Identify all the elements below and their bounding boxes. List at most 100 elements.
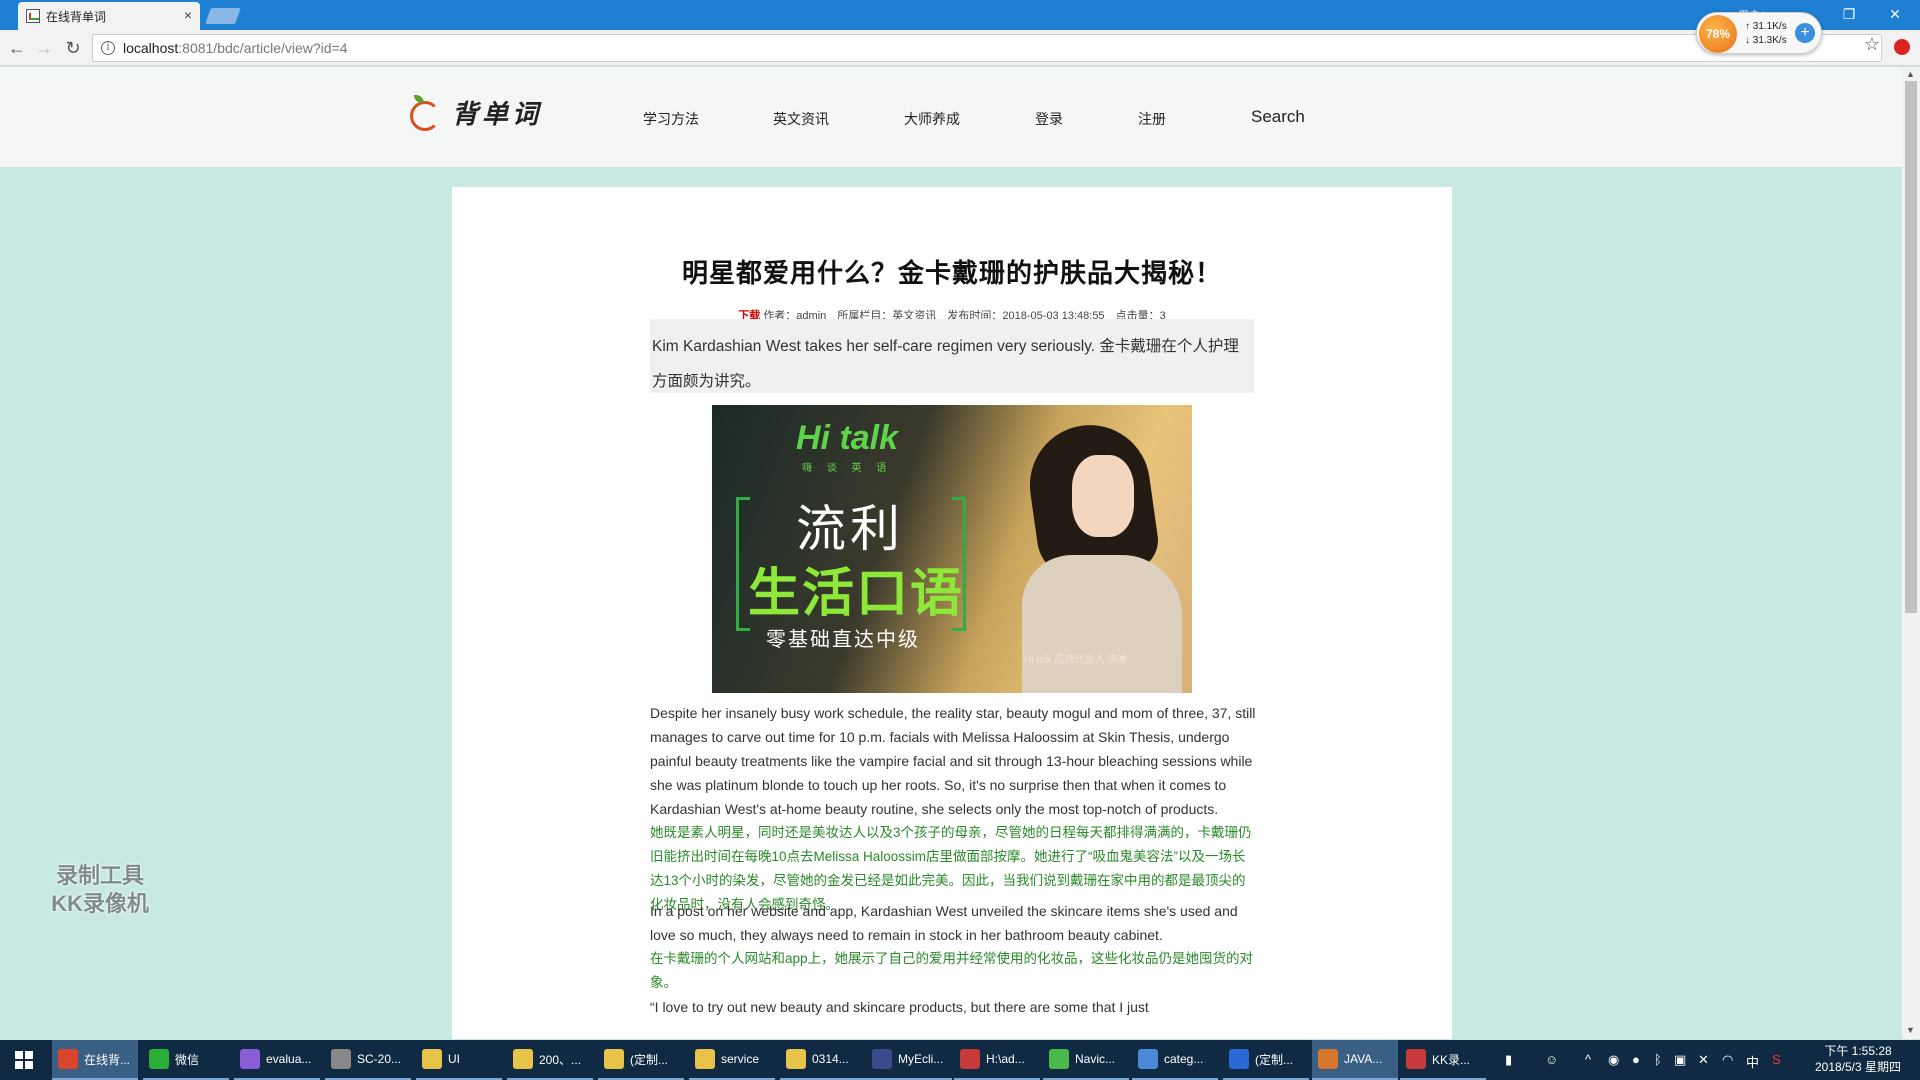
speed-boost-icon[interactable]: + — [1795, 23, 1815, 43]
nav-master-training[interactable]: 大师养成 — [904, 109, 960, 129]
taskbar-item[interactable]: 微信 — [143, 1040, 229, 1080]
article-paragraph-en: Despite her insanely busy work schedule,… — [650, 705, 1256, 817]
window-close-icon[interactable]: ✕ — [1880, 3, 1910, 25]
address-bar[interactable]: i localhost:8081/bdc/article/view?id=4 — [92, 34, 1882, 62]
app-icon — [422, 1049, 442, 1069]
system-tray: ▮ ☺ ^ ◉ ● ᛒ ▣ ✕ ◠ 中 S — [1500, 1040, 1800, 1080]
article-summary: Kim Kardashian West takes her self-care … — [650, 319, 1254, 393]
restore-icon[interactable]: ❐ — [1834, 3, 1864, 25]
taskbar-item-label: KK录... — [1432, 1052, 1471, 1067]
taskbar-item[interactable]: 在线背... — [52, 1040, 138, 1080]
ad-caption: Hi talk 品牌代言人 汤唯 — [1024, 655, 1128, 666]
article-title: 明星都爱用什么？金卡戴珊的护肤品大揭秘！ — [681, 258, 1222, 288]
taskbar-item-label: UI — [448, 1052, 460, 1066]
taskbar-item[interactable]: 0314... — [780, 1040, 866, 1080]
taskbar-item-label: SC-20... — [357, 1052, 402, 1066]
app-icon — [149, 1049, 169, 1069]
taskbar-item[interactable]: (定制... — [1223, 1040, 1309, 1080]
taskbar-item-label: 微信 — [175, 1052, 200, 1067]
volume-muted-icon[interactable]: ✕ — [1698, 1052, 1709, 1068]
tab-close-icon[interactable]: × — [184, 7, 192, 23]
wifi-icon[interactable]: ◠ — [1722, 1052, 1733, 1068]
watermark-line1: 录制工具 — [55, 863, 144, 888]
taskbar-item[interactable]: H:\ad... — [954, 1040, 1040, 1080]
clock-time: 下午 1:55:28 — [1824, 1044, 1892, 1058]
taskbar-item-label: evalua... — [266, 1052, 312, 1066]
network-icon[interactable]: ◉ — [1608, 1052, 1619, 1068]
taskbar-item[interactable]: UI — [416, 1040, 502, 1080]
user-icon[interactable]: ☺ — [1545, 1052, 1558, 1067]
scroll-up-icon[interactable]: ▲ — [1906, 69, 1915, 79]
taskbar-item[interactable]: JAVA... — [1312, 1040, 1398, 1080]
extension-icon[interactable] — [1894, 39, 1910, 55]
ad-brand-subtitle: 嗨 谈 英 语 — [802, 463, 893, 474]
browser-tab-active[interactable]: 在线背单词 × — [18, 2, 200, 30]
taskbar-item-label: (定制... — [630, 1052, 668, 1067]
url-host: localhost — [123, 40, 179, 56]
new-tab-button[interactable] — [205, 8, 241, 24]
scroll-thumb[interactable] — [1905, 81, 1917, 613]
article-paragraph-en: “I love to try out new beauty and skinca… — [650, 999, 1149, 1015]
app-icon — [240, 1049, 260, 1069]
article-paragraph-cn: 在卡戴珊的个人网站和app上，她展示了自己的爱用并经常使用的化妆品，这些化妆品仍… — [650, 951, 1254, 990]
nav-register[interactable]: 注册 — [1138, 109, 1166, 129]
sogou-input-icon[interactable]: S — [1772, 1052, 1781, 1067]
taskbar-item-label: service — [721, 1052, 760, 1066]
app-icon — [331, 1049, 351, 1069]
nav-login[interactable]: 登录 — [1035, 109, 1063, 129]
forward-icon[interactable]: → — [32, 36, 56, 60]
page-scrollbar[interactable]: ▲ ▼ — [1902, 67, 1920, 1039]
app-icon — [604, 1049, 624, 1069]
nav-english-news[interactable]: 英文资讯 — [773, 109, 829, 129]
taskbar-item-label: Navic... — [1075, 1052, 1116, 1066]
battery-icon[interactable]: ▮ — [1505, 1052, 1512, 1068]
url-path: :8081/bdc/article/view?id=4 — [178, 40, 348, 56]
taskbar-item-label: H:\ad... — [986, 1052, 1025, 1066]
tray-expand-icon[interactable]: ^ — [1585, 1052, 1591, 1067]
logo-text: 背单词 — [452, 100, 543, 130]
taskbar-item-label: 0314... — [812, 1052, 849, 1066]
system-clock[interactable]: 下午 1:55:28 2018/5/3 星期四 — [1808, 1043, 1908, 1075]
taskbar-item[interactable]: service — [689, 1040, 775, 1080]
app-icon — [58, 1049, 78, 1069]
taskbar-item-label: JAVA... — [1344, 1052, 1383, 1066]
reload-icon[interactable]: ↻ — [61, 36, 85, 60]
bookmark-star-icon[interactable]: ☆ — [1864, 34, 1880, 55]
app-icon — [1406, 1049, 1426, 1069]
bluetooth-icon[interactable]: ᛒ — [1654, 1052, 1662, 1067]
nav-study-methods[interactable]: 学习方法 — [643, 109, 699, 129]
back-icon[interactable]: ← — [5, 36, 29, 60]
display-icon[interactable]: ▣ — [1674, 1052, 1686, 1068]
apple-logo-icon — [408, 94, 442, 131]
article-ad-image: Hi talk 嗨 谈 英 语 流利 生活口语 零基础直达中级 Hi talk … — [712, 405, 1192, 693]
taskbar-item[interactable]: MyEcli... — [866, 1040, 952, 1080]
browser-toolbar: ← → ↻ i localhost:8081/bdc/article/view?… — [0, 30, 1920, 66]
taskbar-item[interactable]: Navic... — [1043, 1040, 1129, 1080]
ad-headline-2: 生活口语 — [748, 565, 965, 623]
taskbar-item[interactable]: (定制... — [598, 1040, 684, 1080]
search-link[interactable]: Search — [1251, 107, 1305, 127]
taskbar-item[interactable]: evalua... — [234, 1040, 320, 1080]
taskbar-item[interactable]: SC-20... — [325, 1040, 411, 1080]
ime-indicator[interactable]: 中 — [1746, 1052, 1759, 1071]
app-icon — [1318, 1049, 1338, 1069]
site-header: 背单词 学习方法 英文资讯 大师养成 登录 注册 Search — [0, 67, 1902, 167]
download-speed: ↓ 31.3K/s — [1745, 35, 1787, 46]
site-logo[interactable]: 背单词 — [408, 94, 542, 131]
taskbar-item[interactable]: KK录... — [1400, 1040, 1486, 1080]
security-icon[interactable]: ● — [1632, 1052, 1640, 1067]
network-speed-widget[interactable]: 78% ↑ 31.1K/s ↓ 31.3K/s + — [1696, 12, 1822, 54]
taskbar-item[interactable]: categ... — [1132, 1040, 1218, 1080]
tab-title: 在线背单词 — [46, 9, 107, 24]
app-icon — [786, 1049, 806, 1069]
ad-headline-3: 零基础直达中级 — [766, 629, 920, 651]
site-info-icon[interactable]: i — [101, 41, 115, 55]
taskbar-item-label: 200、... — [539, 1052, 582, 1067]
taskbar-item-label: MyEcli... — [898, 1052, 944, 1066]
app-icon — [695, 1049, 715, 1069]
windows-start-icon[interactable] — [0, 1040, 48, 1080]
taskbar-item[interactable]: 200、... — [507, 1040, 593, 1080]
scroll-down-icon[interactable]: ▼ — [1906, 1025, 1915, 1035]
watermark-line2: KK录像机 — [51, 891, 149, 916]
clock-date: 2018/5/3 星期四 — [1814, 1060, 1902, 1074]
